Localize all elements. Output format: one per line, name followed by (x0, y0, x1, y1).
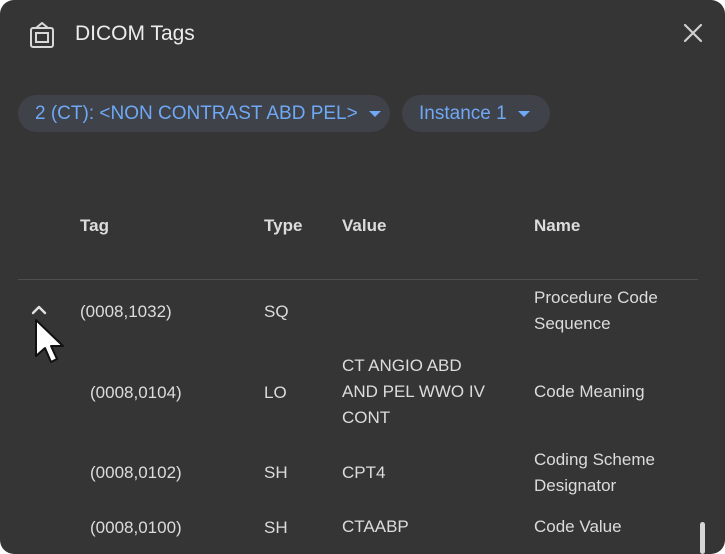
table-row-tag: (0008,0100) (90, 518, 182, 537)
table-row-name: Code Meaning (534, 379, 645, 405)
value-line: CONT (342, 408, 391, 427)
table-row-name: Procedure Code Sequence (534, 285, 658, 337)
chevron-down-icon (517, 110, 530, 117)
table-row-value: CPT4 (342, 460, 385, 486)
chevron-down-icon (368, 110, 381, 117)
series-select-value: 2 (CT): <NON CONTRAST ABD PEL> (35, 102, 358, 124)
column-header-value[interactable]: Value (342, 216, 386, 236)
table-row-type: SH (264, 463, 288, 482)
column-header-name[interactable]: Name (534, 216, 580, 236)
instance-select-value: Instance 1 (419, 102, 507, 124)
vertical-scrollbar[interactable] (700, 522, 705, 554)
name-line: Procedure Code (534, 288, 658, 307)
table-row-type: SH (264, 518, 288, 537)
name-line: Sequence (534, 314, 611, 333)
value-line: AND PEL WWO IV (342, 382, 485, 401)
dicom-tags-icon (30, 22, 54, 48)
column-header-tag[interactable]: Tag (80, 216, 109, 236)
table-row-name: Code Value (534, 514, 622, 540)
header-divider (18, 279, 698, 280)
value-line: CT ANGIO ABD (342, 356, 462, 375)
table-row-type: LO (264, 383, 287, 402)
name-line: Code Value (534, 517, 622, 536)
table-row-tag: (0008,0104) (90, 383, 182, 402)
collapse-chevron-icon[interactable] (28, 302, 50, 318)
table-row-value: CT ANGIO ABD AND PEL WWO IV CONT (342, 353, 485, 431)
name-line: Code Meaning (534, 382, 645, 401)
table-row-value: CTAABP (342, 514, 409, 540)
name-line: Coding Scheme (534, 450, 655, 469)
column-header-type[interactable]: Type (264, 216, 302, 236)
series-select[interactable]: 2 (CT): <NON CONTRAST ABD PEL> (18, 95, 390, 132)
table-row-tag: (0008,0102) (90, 463, 182, 482)
table-row-name: Coding Scheme Designator (534, 447, 655, 499)
dialog-title: DICOM Tags (75, 22, 195, 45)
name-line: Designator (534, 476, 617, 495)
mouse-pointer-icon (35, 319, 64, 363)
value-line: CTAABP (342, 517, 409, 536)
close-icon[interactable] (680, 20, 706, 46)
value-line: CPT4 (342, 463, 386, 482)
table-row-tag: (0008,1032) (80, 302, 172, 321)
instance-select[interactable]: Instance 1 (402, 95, 550, 132)
dicom-tags-dialog: DICOM Tags 2 (CT): <NON CONTRAST ABD PEL… (0, 0, 725, 554)
table-row-type: SQ (264, 302, 289, 321)
